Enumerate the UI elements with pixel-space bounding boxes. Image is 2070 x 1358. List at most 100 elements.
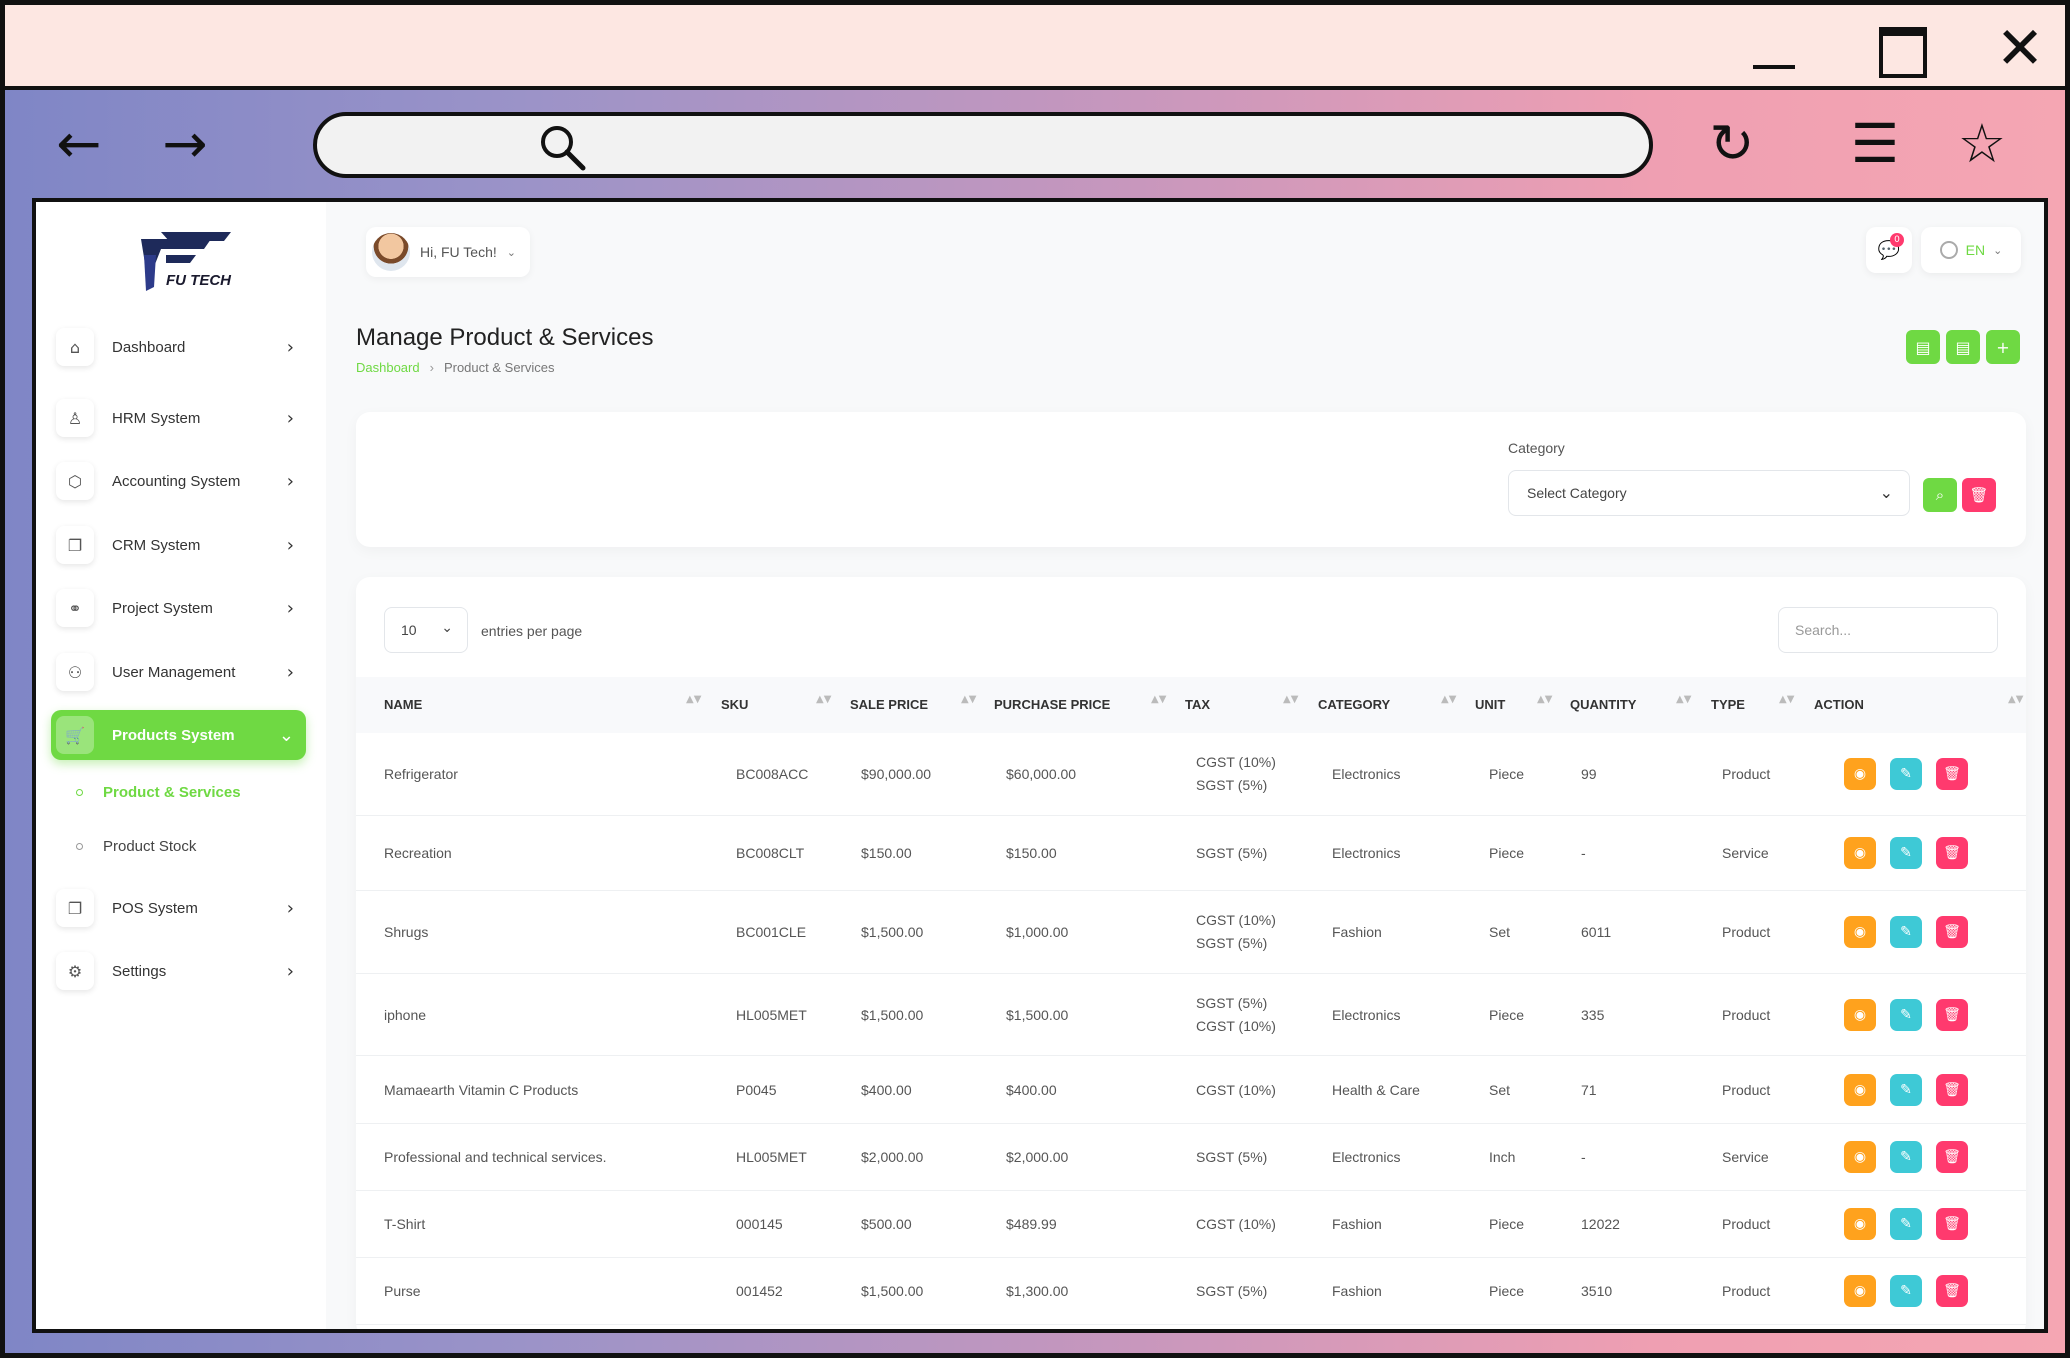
forward-arrow-icon[interactable]: →	[153, 112, 217, 176]
add-product-button[interactable]: +	[1986, 330, 2020, 364]
delete-button[interactable]: 🗑	[1936, 916, 1968, 948]
products-table-card: 10 ⌄ entries per page NAME ▲▼ SKU ▲▼ SAL…	[356, 577, 2026, 1329]
sort-icon[interactable]: ▲▼	[1537, 695, 1552, 705]
cell-tax: CGST (10%)	[1196, 754, 1276, 770]
column-header-name[interactable]: NAME	[384, 697, 422, 712]
delete-button[interactable]: 🗑	[1936, 1208, 1968, 1240]
trash-icon: 🗑	[1943, 1082, 1961, 1098]
edit-button[interactable]: ✎	[1890, 916, 1922, 948]
column-header-type[interactable]: TYPE	[1711, 697, 1745, 712]
cell-unit: Piece	[1489, 845, 1525, 861]
cell-tax: SGST (5%)	[1196, 1149, 1268, 1165]
sidebar-subitem-product-stock[interactable]: Product Stock	[76, 838, 196, 855]
user-menu[interactable]: Hi, FU Tech! ⌄	[366, 227, 530, 277]
search-icon: ⌕	[1935, 486, 1945, 504]
edit-button[interactable]: ✎	[1890, 758, 1922, 790]
delete-button[interactable]: 🗑	[1936, 1275, 1968, 1307]
sidebar-item-settings[interactable]: ⚙ Settings ›	[51, 946, 306, 996]
cell-sku: P0045	[736, 1082, 777, 1098]
sidebar-item-crm[interactable]: ❐ CRM System ›	[51, 520, 306, 570]
cell-tax-secondary: CGST (10%)	[1196, 1018, 1276, 1034]
view-button[interactable]: ◉	[1844, 758, 1876, 790]
sort-icon[interactable]: ▲▼	[1283, 695, 1298, 705]
export-button[interactable]: ▤	[1906, 330, 1940, 364]
notification-button[interactable]: 💬 0	[1866, 227, 1912, 273]
breadcrumb-home-link[interactable]: Dashboard	[356, 360, 420, 375]
view-button[interactable]: ◉	[1844, 1208, 1876, 1240]
column-header-quantity[interactable]: QUANTITY	[1570, 697, 1636, 712]
language-selector[interactable]: EN ⌄	[1921, 227, 2021, 273]
cell-name: Refrigerator	[384, 766, 458, 782]
import-button[interactable]: ▤	[1946, 330, 1980, 364]
menu-icon[interactable]: ☰	[1843, 112, 1907, 176]
sort-icon[interactable]: ▲▼	[1676, 695, 1691, 705]
sidebar-item-accounting[interactable]: ⬡ Accounting System ›	[51, 456, 306, 506]
sidebar-item-user-management[interactable]: ⚇ User Management ›	[51, 647, 306, 697]
sort-icon[interactable]: ▲▼	[1151, 695, 1166, 705]
column-header-purchase-price[interactable]: PURCHASE PRICE	[994, 697, 1110, 712]
sidebar-subitem-label: Product & Services	[103, 784, 241, 801]
column-header-unit[interactable]: UNIT	[1475, 697, 1505, 712]
sidebar-item-products[interactable]: 🛒 Products System ⌄	[51, 710, 306, 760]
sort-icon[interactable]: ▲▼	[686, 695, 701, 705]
close-icon[interactable]: ✕	[1990, 19, 2050, 77]
sidebar-item-project[interactable]: ⚭ Project System ›	[51, 583, 306, 633]
column-header-sale-price[interactable]: SALE PRICE	[850, 697, 928, 712]
view-button[interactable]: ◉	[1844, 999, 1876, 1031]
view-button[interactable]: ◉	[1844, 1074, 1876, 1106]
bookmark-star-icon[interactable]: ☆	[1950, 112, 2014, 176]
sidebar-item-label: POS System	[112, 899, 198, 917]
sort-icon[interactable]: ▲▼	[1779, 695, 1794, 705]
delete-button[interactable]: 🗑	[1936, 999, 1968, 1031]
apply-filter-button[interactable]: ⌕	[1923, 478, 1957, 512]
delete-button[interactable]: 🗑	[1936, 758, 1968, 790]
sidebar-item-dashboard[interactable]: ⌂ Dashboard ›	[51, 322, 306, 372]
chevron-down-icon: ⌄	[441, 620, 453, 636]
back-arrow-icon[interactable]: ←	[47, 112, 111, 176]
cell-unit: Inch	[1489, 1149, 1516, 1165]
cell-quantity: 99	[1581, 766, 1597, 782]
minimize-icon[interactable]	[1745, 23, 1805, 73]
sidebar-item-hrm[interactable]: ♙ HRM System ›	[51, 393, 306, 443]
edit-button[interactable]: ✎	[1890, 837, 1922, 869]
chevron-right-icon: ›	[286, 960, 294, 982]
delete-button[interactable]: 🗑	[1936, 1141, 1968, 1173]
reload-icon[interactable]: ↻	[1700, 112, 1764, 176]
cell-type: Product	[1722, 1007, 1771, 1023]
table-row: Purse 001452 $1,500.00 $1,300.00 SGST (5…	[356, 1258, 2026, 1325]
sort-icon[interactable]: ▲▼	[961, 695, 976, 705]
maximize-icon[interactable]	[1873, 23, 1933, 78]
view-button[interactable]: ◉	[1844, 916, 1876, 948]
view-button[interactable]: ◉	[1844, 837, 1876, 869]
edit-button[interactable]: ✎	[1890, 1208, 1922, 1240]
edit-button[interactable]: ✎	[1890, 999, 1922, 1031]
cell-category: Electronics	[1332, 1007, 1401, 1023]
entries-per-page-select[interactable]: 10 ⌄	[384, 607, 468, 653]
column-header-tax[interactable]: TAX	[1185, 697, 1210, 712]
column-header-sku[interactable]: SKU	[721, 697, 748, 712]
cell-type: Product	[1722, 1216, 1771, 1232]
view-button[interactable]: ◉	[1844, 1275, 1876, 1307]
edit-button[interactable]: ✎	[1890, 1275, 1922, 1307]
delete-button[interactable]: 🗑	[1936, 1074, 1968, 1106]
page-actions: ▤ ▤ +	[1906, 330, 2020, 364]
trash-icon: 🗑	[1943, 1216, 1961, 1232]
view-button[interactable]: ◉	[1844, 1141, 1876, 1173]
column-header-category[interactable]: CATEGORY	[1318, 697, 1390, 712]
sort-icon[interactable]: ▲▼	[2008, 695, 2023, 705]
chevron-right-icon: ›	[286, 336, 294, 358]
category-select[interactable]: Select Category ⌄	[1508, 470, 1910, 516]
row-actions: ◉ ✎ 🗑	[1844, 1208, 1968, 1240]
edit-button[interactable]: ✎	[1890, 1141, 1922, 1173]
edit-button[interactable]: ✎	[1890, 1074, 1922, 1106]
sort-icon[interactable]: ▲▼	[1441, 695, 1456, 705]
filter-card: Category Select Category ⌄ ⌕ 🗑	[356, 412, 2026, 547]
table-search-input[interactable]	[1778, 607, 1998, 653]
address-bar[interactable]	[313, 112, 1653, 178]
sort-icon[interactable]: ▲▼	[816, 695, 831, 705]
reset-filter-button[interactable]: 🗑	[1962, 478, 1996, 512]
delete-button[interactable]: 🗑	[1936, 837, 1968, 869]
sidebar-item-pos[interactable]: ❐ POS System ›	[51, 883, 306, 933]
pencil-icon: ✎	[1900, 1149, 1912, 1165]
sidebar-subitem-product-services[interactable]: Product & Services	[76, 784, 241, 801]
